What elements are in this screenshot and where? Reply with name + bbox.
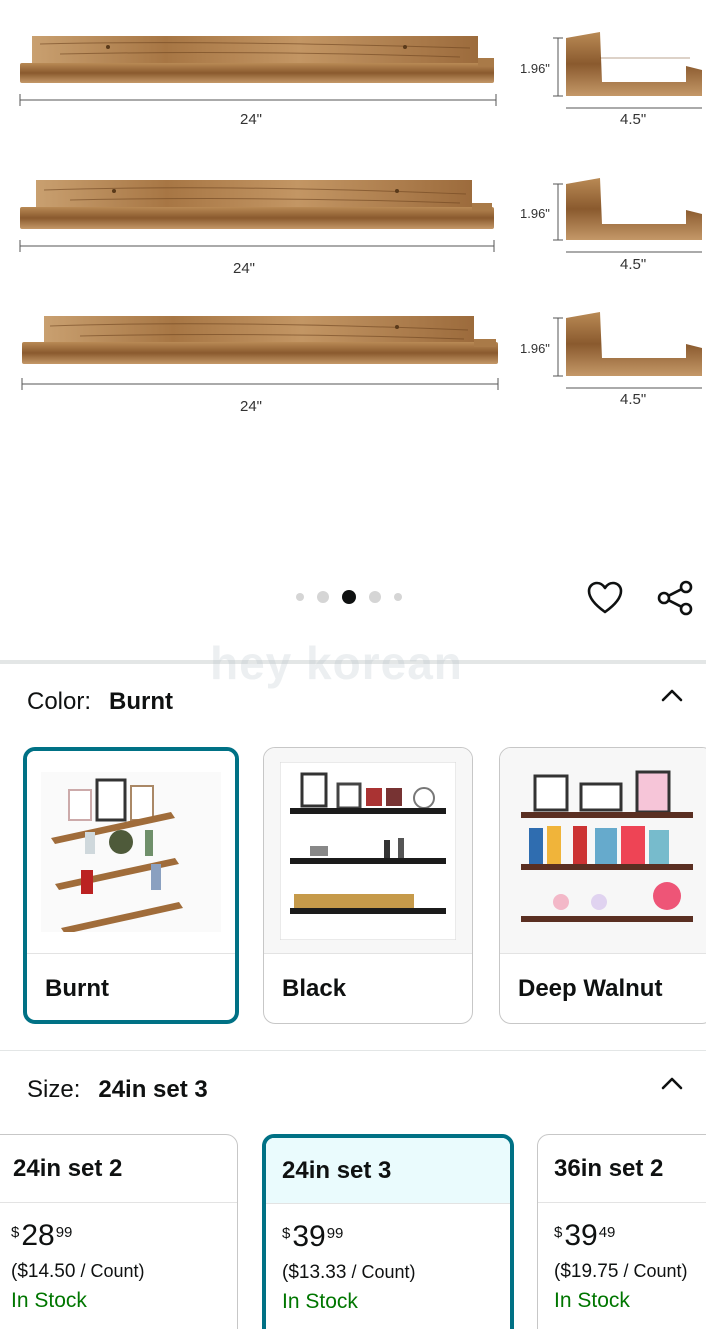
price: $ 39 99 [282, 1220, 344, 1253]
shelf-2-length-label: 24" [233, 260, 255, 277]
color-option-label: Deep Walnut [518, 975, 663, 1002]
size-option-title: 24in set 3 [266, 1138, 510, 1204]
product-image[interactable]: 24" 1.96" 4.5" 24" 1.96" 4.5" 24" 1.96" … [0, 0, 706, 560]
share-button[interactable] [655, 578, 695, 618]
size-option-24in-set-3[interactable]: 24in set 3 $ 39 99 ($13.33 / Count) In S… [262, 1134, 514, 1329]
availability-status: In Stock [282, 1290, 358, 1313]
color-option-label: Burnt [45, 975, 109, 1002]
shelf-3: 24" 1.96" 4.5" [21, 312, 702, 415]
shelf-2-depth-label: 4.5" [620, 256, 646, 273]
color-option-burnt[interactable]: Burnt [23, 747, 239, 1024]
carousel-dot-4[interactable] [369, 591, 381, 603]
shelf-3-depth-label: 4.5" [620, 391, 646, 408]
shelf-1-height-label: 1.96" [520, 61, 550, 76]
price: $ 28 99 [11, 1219, 73, 1252]
color-option-label: Black [282, 975, 347, 1002]
unit-price: ($19.75 / Count) [554, 1261, 688, 1282]
section-divider-thin [0, 1050, 706, 1051]
color-option-black[interactable]: Black [263, 747, 473, 1024]
shelf-dimension-diagram: 24" 1.96" 4.5" 24" 1.96" 4.5" 24" 1.96" … [19, 32, 702, 415]
carousel-dot-2[interactable] [317, 591, 329, 603]
color-option-deep-walnut[interactable]: Deep Walnut [499, 747, 706, 1024]
shelf-3-length-label: 24" [240, 398, 262, 415]
color-thumbnail-burnt [27, 751, 235, 954]
shelf-1-depth-label: 4.5" [620, 111, 646, 128]
price: $ 39 49 [554, 1219, 616, 1252]
carousel-dot-3-active[interactable] [342, 590, 356, 604]
shelf-1-length-label: 24" [240, 111, 262, 128]
carousel-indicator[interactable] [296, 590, 402, 604]
size-option-36in-set-2[interactable]: 36in set 2 $ 39 49 ($19.75 / Count) In S… [537, 1134, 706, 1329]
color-selected-value: Burnt [109, 688, 174, 715]
unit-price: ($13.33 / Count) [282, 1262, 416, 1283]
availability-status: In Stock [554, 1289, 630, 1312]
size-label: Size: [27, 1076, 81, 1103]
chevron-up-icon[interactable] [660, 1072, 684, 1096]
shelf-1: 24" 1.96" 4.5" [19, 32, 702, 128]
watermark: hey korean [210, 637, 463, 689]
chevron-up-icon[interactable] [660, 684, 684, 708]
color-thumbnail-black [264, 748, 472, 954]
size-selected-value: 24in set 3 [98, 1076, 208, 1103]
color-header: Color: Burnt [27, 688, 173, 716]
carousel-dot-5[interactable] [394, 593, 402, 601]
size-option-title: 24in set 2 [0, 1135, 237, 1203]
unit-price: ($14.50 / Count) [11, 1261, 145, 1282]
availability-status: In Stock [11, 1289, 87, 1312]
wishlist-button[interactable] [585, 578, 625, 618]
shelf-2-height-label: 1.96" [520, 206, 550, 221]
color-thumbnail-deep-walnut [500, 748, 706, 954]
size-option-title: 36in set 2 [538, 1135, 706, 1203]
size-option-24in-set-2[interactable]: 24in set 2 $ 28 99 ($14.50 / Count) In S… [0, 1134, 238, 1329]
size-header: Size: 24in set 3 [27, 1076, 208, 1104]
share-icon [657, 580, 693, 616]
shelf-2: 24" 1.96" 4.5" [19, 178, 702, 277]
color-label: Color: [27, 688, 92, 715]
carousel-dot-1[interactable] [296, 593, 304, 601]
shelf-3-height-label: 1.96" [520, 341, 550, 356]
heart-icon [587, 581, 623, 614]
